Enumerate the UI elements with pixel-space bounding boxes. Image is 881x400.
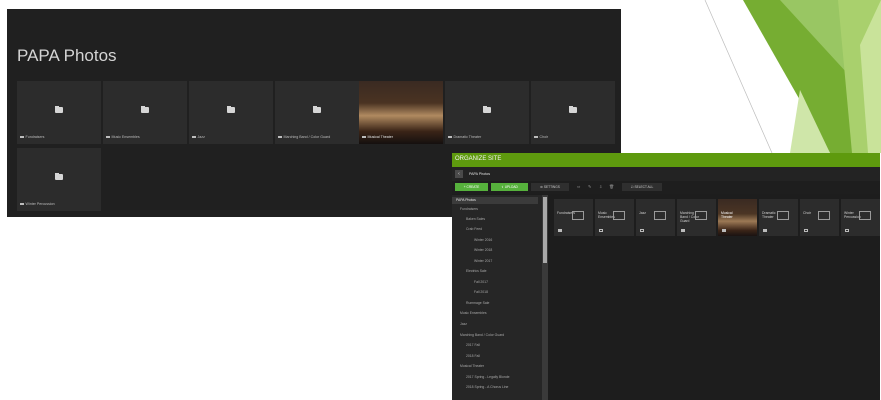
- folder-icon: [818, 211, 830, 220]
- breadcrumb-path[interactable]: PAPA Photos: [469, 172, 490, 176]
- toolbar: + CREATE ⇪ UPLOAD ⚙ SETTINGS ⇨ ✎ ⇩ 🗑 ☑ S…: [452, 181, 880, 194]
- tree-item[interactable]: 2017 Fall: [466, 343, 480, 347]
- folder-icon: [681, 229, 685, 232]
- tree-item[interactable]: Marching Band / Color Guard: [460, 333, 504, 337]
- tile-label: Dramatic Theater: [453, 135, 482, 139]
- folder-icon: [722, 229, 726, 232]
- folder-icon: [859, 211, 871, 220]
- folder-icon: [569, 105, 577, 113]
- tree-item[interactable]: Electrics Sale: [466, 269, 487, 273]
- folder-icon: [599, 229, 603, 232]
- folder-icon: [640, 229, 644, 232]
- folder-icon: [192, 135, 196, 139]
- upload-button[interactable]: ⇪ UPLOAD: [491, 183, 528, 191]
- back-button[interactable]: ‹: [455, 170, 463, 178]
- tree-item[interactable]: Crab Feed: [466, 227, 482, 231]
- folder-icon: [654, 211, 666, 220]
- organize-header: ORGANIZE SITE: [452, 153, 880, 167]
- grid-folder-tile[interactable]: Winter Percussion: [841, 199, 880, 236]
- folder-icon: [141, 105, 149, 113]
- tree-item[interactable]: Fundraisers: [460, 207, 478, 211]
- folder-icon: [534, 135, 538, 139]
- folder-icon: [804, 229, 808, 232]
- folder-icon: [20, 202, 24, 206]
- folder-icon: [448, 135, 452, 139]
- gallery-folder-tile[interactable]: Marching Band / Color Guard: [275, 81, 359, 144]
- folder-icon: [613, 211, 625, 220]
- folder-icon: [313, 105, 321, 113]
- folder-icon: [695, 211, 707, 220]
- folder-icon: [483, 105, 491, 113]
- grid-folder-tile[interactable]: Choir: [800, 199, 839, 236]
- tree-scrollbar[interactable]: [542, 195, 548, 400]
- scrollbar-thumb[interactable]: [543, 197, 547, 263]
- gallery-folder-tile[interactable]: Fundraisers: [17, 81, 101, 144]
- gallery-folder-tile[interactable]: Dramatic Theater: [445, 81, 529, 144]
- tile-label: Marching Band / Color Guard: [283, 135, 331, 139]
- grid-folder-tile[interactable]: Fundraisers: [554, 199, 593, 236]
- select-all-button[interactable]: ☑ SELECT ALL: [622, 183, 662, 191]
- folder-icon: [278, 135, 282, 139]
- grid-folder-tile[interactable]: Dramatic Theater: [759, 199, 798, 236]
- tree-item[interactable]: 2017 Spring - Legally Blonde: [466, 375, 510, 379]
- tree-item[interactable]: Winter 2017: [474, 259, 492, 263]
- tile-label: Jazz: [197, 135, 205, 139]
- tile-label: Musical Theater: [367, 135, 394, 139]
- settings-button[interactable]: ⚙ SETTINGS: [531, 183, 569, 191]
- folder-icon: [845, 229, 849, 232]
- grid-folder-tile[interactable]: Jazz: [636, 199, 675, 236]
- organize-site-window: ORGANIZE SITE ‹ PAPA Photos + CREATE ⇪ U…: [452, 153, 880, 400]
- tree-item[interactable]: Winter 2016: [474, 238, 492, 242]
- trash-icon[interactable]: 🗑: [609, 185, 614, 189]
- folder-icon: [106, 135, 110, 139]
- create-button[interactable]: + CREATE: [455, 183, 488, 191]
- tile-label: Choir: [539, 135, 549, 139]
- folder-icon: [20, 135, 24, 139]
- tree-item[interactable]: Fall 2017: [474, 280, 488, 284]
- tree-item-root[interactable]: PAPA Photos: [452, 197, 538, 204]
- folder-icon: [55, 172, 63, 180]
- grid-folder-tile[interactable]: Marching Band / Color Guard: [677, 199, 716, 236]
- move-icon[interactable]: ⇨: [577, 185, 580, 189]
- tree-item[interactable]: 2018 Spring - A Chorus Line: [466, 385, 508, 389]
- grid-photo-tile[interactable]: Musical Theater: [718, 199, 757, 236]
- folder-icon: [763, 229, 767, 232]
- folder-icon: [572, 211, 584, 220]
- folder-tree: PAPA Photos Fundraisers Baken Sales Crab…: [452, 195, 548, 400]
- folder-icon: [362, 135, 366, 139]
- folder-icon: [777, 211, 789, 220]
- gallery-title: PAPA Photos: [17, 46, 117, 65]
- grid-folder-name: Musical Theater: [721, 211, 733, 219]
- folder-icon: [227, 105, 235, 113]
- organize-title: ORGANIZE SITE: [455, 156, 502, 162]
- tree-item[interactable]: Rummage Sale: [466, 301, 489, 305]
- tree-item[interactable]: 2018 Fall: [466, 354, 480, 358]
- tree-item[interactable]: Baken Sales: [466, 217, 485, 221]
- gallery-photo-tile[interactable]: Musical Theater: [359, 81, 443, 144]
- tile-label: Fundraisers: [25, 135, 45, 139]
- tile-label: Winter Percussion: [25, 202, 55, 206]
- tree-item[interactable]: Jazz: [460, 322, 467, 326]
- download-icon[interactable]: ⇩: [599, 185, 602, 189]
- tree-item[interactable]: Fall 2018: [474, 290, 488, 294]
- breadcrumb: ‹ PAPA Photos: [452, 167, 880, 181]
- gallery-folder-tile[interactable]: Choir: [531, 81, 615, 144]
- edit-icon[interactable]: ✎: [588, 185, 591, 189]
- gallery-folder-tile[interactable]: Jazz: [189, 81, 273, 144]
- grid-folder-tile[interactable]: Music Ensembles: [595, 199, 634, 236]
- tree-item[interactable]: Musical Theater: [460, 364, 484, 368]
- gallery-folder-tile[interactable]: Winter Percussion: [17, 148, 101, 211]
- folder-icon: [558, 229, 562, 232]
- tile-label: Music Ensembles: [111, 135, 140, 139]
- tree-item[interactable]: Music Ensembles: [460, 311, 487, 315]
- folder-icon: [55, 105, 63, 113]
- tree-item[interactable]: Winter 2018: [474, 248, 492, 252]
- gallery-folder-tile[interactable]: Music Ensembles: [103, 81, 187, 144]
